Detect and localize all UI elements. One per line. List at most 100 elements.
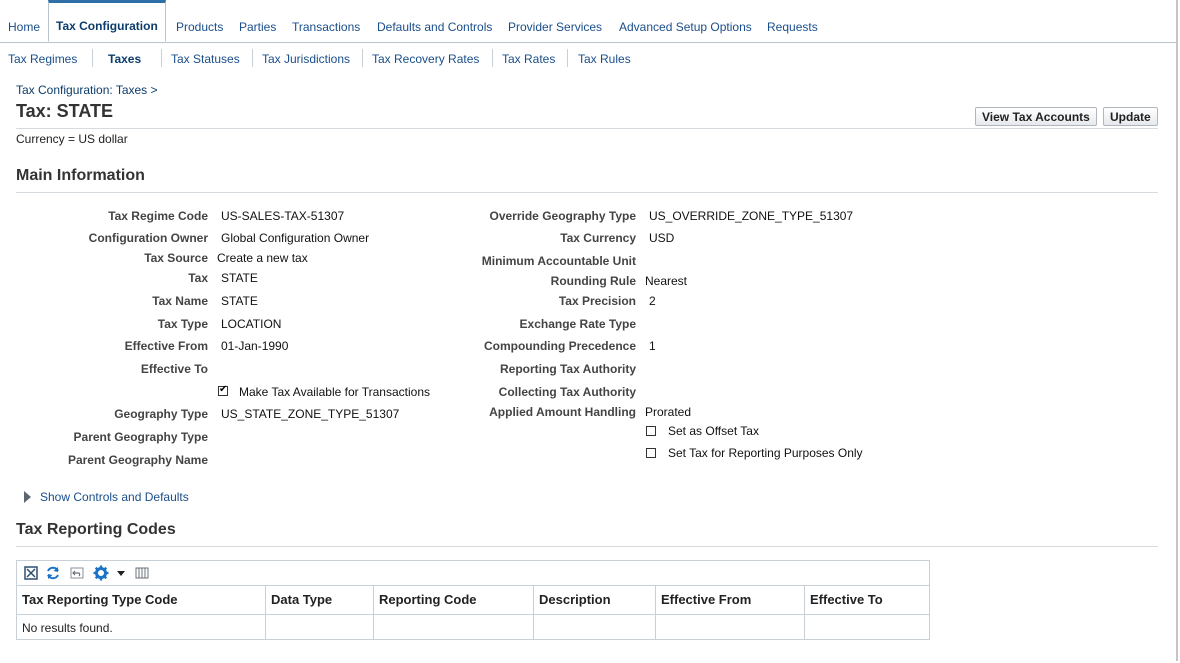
applied-amount-handling-value: Prorated xyxy=(645,405,692,419)
table-toolbar xyxy=(17,561,929,585)
show-controls-toggle[interactable]: Show Controls and Defaults xyxy=(24,490,189,504)
field-label: Rounding Rule xyxy=(550,274,636,288)
tax-value: STATE xyxy=(221,271,258,285)
show-controls-label: Show Controls and Defaults xyxy=(40,490,189,504)
undo-icon[interactable] xyxy=(69,565,85,581)
table-header: Tax Reporting Type Code Data Type Report… xyxy=(17,585,929,615)
chevron-down-icon[interactable] xyxy=(113,565,129,581)
effective-from-value: 01-Jan-1990 xyxy=(221,339,289,353)
tab-advanced-setup-options[interactable]: Advanced Setup Options xyxy=(619,20,752,34)
main-information-heading: Main Information xyxy=(16,167,145,184)
subtab-tax-statuses[interactable]: Tax Statuses xyxy=(171,52,240,66)
field-label: Collecting Tax Authority xyxy=(498,385,636,399)
table-cell xyxy=(374,614,534,640)
field-label: Override Geography Type xyxy=(489,209,637,223)
field-label: Applied Amount Handling xyxy=(489,405,636,419)
field-label: Geography Type xyxy=(114,407,208,421)
tab-requests[interactable]: Requests xyxy=(767,20,818,34)
table-row: No results found. xyxy=(17,614,929,640)
field-label: Effective To xyxy=(140,362,208,376)
subtab-tax-rules[interactable]: Tax Rules xyxy=(578,52,631,66)
subtab-tax-rates[interactable]: Tax Rates xyxy=(502,52,555,66)
tax-precision-value: 2 xyxy=(649,294,656,308)
reporting-codes-table: Tax Reporting Type Code Data Type Report… xyxy=(16,560,930,640)
subtab-taxes[interactable]: Taxes xyxy=(108,52,141,66)
section-divider xyxy=(16,192,1158,193)
no-results-text: No results found. xyxy=(22,621,113,635)
field-label: Reporting Tax Authority xyxy=(500,362,636,376)
field-label: Compounding Precedence xyxy=(483,339,636,353)
column-header[interactable]: Reporting Code xyxy=(374,586,534,614)
tab-tax-configuration[interactable]: Tax Configuration xyxy=(48,0,166,42)
field-label: Effective From xyxy=(124,339,208,353)
subnav-divider xyxy=(567,49,568,67)
detach-icon[interactable] xyxy=(23,565,39,581)
compounding-precedence-value: 1 xyxy=(649,339,656,353)
field-label: Tax Regime Code xyxy=(108,209,208,223)
disclosure-triangle-icon xyxy=(24,491,31,503)
subnav-divider xyxy=(362,49,363,67)
tab-parties[interactable]: Parties xyxy=(239,20,276,34)
field-label: Tax Source xyxy=(144,251,208,265)
tab-home[interactable]: Home xyxy=(8,20,40,34)
tab-defaults-and-controls[interactable]: Defaults and Controls xyxy=(377,20,492,34)
tab-transactions[interactable]: Transactions xyxy=(292,20,360,34)
refresh-icon[interactable] xyxy=(45,565,61,581)
table-cell: No results found. xyxy=(17,614,266,640)
field-label: Tax Currency xyxy=(560,231,636,245)
subnav-divider xyxy=(252,49,253,67)
subnav-divider xyxy=(92,49,93,67)
tax-type-value: LOCATION xyxy=(221,317,282,331)
reporting-only-checkbox[interactable] xyxy=(646,448,656,458)
table-cell xyxy=(805,614,929,640)
title-divider xyxy=(16,128,1158,129)
configuration-owner-value: Global Configuration Owner xyxy=(221,231,370,245)
field-label: Parent Geography Type xyxy=(73,430,208,444)
column-header[interactable]: Description xyxy=(534,586,656,614)
field-label: Tax Name xyxy=(152,294,208,308)
field-label: Configuration Owner xyxy=(88,231,208,245)
subtab-tax-regimes[interactable]: Tax Regimes xyxy=(8,52,77,66)
column-header[interactable]: Effective From xyxy=(656,586,805,614)
section-divider xyxy=(16,546,1158,547)
column-header[interactable]: Tax Reporting Type Code xyxy=(17,586,266,614)
field-label: Parent Geography Name xyxy=(67,453,208,467)
top-nav: Home Tax Configuration Products Parties … xyxy=(0,0,1176,43)
page-title: Tax: STATE xyxy=(16,101,114,121)
view-tax-accounts-button[interactable]: View Tax Accounts xyxy=(975,107,1097,126)
tax-name-value: STATE xyxy=(221,294,258,308)
sub-nav: Tax Regimes Taxes Tax Statuses Tax Juris… xyxy=(0,43,1176,73)
subtab-tax-recovery-rates[interactable]: Tax Recovery Rates xyxy=(372,52,479,66)
override-geography-type-value: US_OVERRIDE_ZONE_TYPE_51307 xyxy=(649,209,854,223)
rounding-rule-value: Nearest xyxy=(645,274,688,288)
subnav-divider xyxy=(492,49,493,67)
subtab-tax-jurisdictions[interactable]: Tax Jurisdictions xyxy=(262,52,350,66)
table-cell xyxy=(534,614,656,640)
column-header[interactable]: Data Type xyxy=(266,586,374,614)
tax-regime-code-value: US-SALES-TAX-51307 xyxy=(221,209,345,223)
currency-note: Currency = US dollar xyxy=(16,132,128,146)
update-button[interactable]: Update xyxy=(1103,107,1158,126)
geography-type-value: US_STATE_ZONE_TYPE_51307 xyxy=(221,407,400,421)
tax-source-value: Create a new tax xyxy=(217,251,308,265)
offset-tax-label: Set as Offset Tax xyxy=(668,424,759,438)
field-label: Tax Type xyxy=(157,317,208,331)
gear-icon[interactable] xyxy=(93,565,109,581)
tax-currency-value: USD xyxy=(649,231,675,245)
tab-products[interactable]: Products xyxy=(176,20,223,34)
subnav-divider xyxy=(161,49,162,67)
tax-reporting-codes-heading: Tax Reporting Codes xyxy=(16,521,176,538)
column-header[interactable]: Effective To xyxy=(805,586,929,614)
make-available-label: Make Tax Available for Transactions xyxy=(239,385,430,399)
field-label: Tax Precision xyxy=(558,294,636,308)
field-label: Tax xyxy=(188,271,208,285)
offset-tax-checkbox[interactable] xyxy=(646,426,656,436)
table-cell xyxy=(656,614,805,640)
table-cell xyxy=(266,614,374,640)
make-available-checkbox[interactable] xyxy=(218,384,228,396)
freeze-columns-icon[interactable] xyxy=(134,565,150,581)
reporting-only-label: Set Tax for Reporting Purposes Only xyxy=(668,446,863,460)
tab-provider-services[interactable]: Provider Services xyxy=(508,20,602,34)
breadcrumb[interactable]: Tax Configuration: Taxes > xyxy=(16,83,158,97)
field-label: Exchange Rate Type xyxy=(519,317,636,331)
